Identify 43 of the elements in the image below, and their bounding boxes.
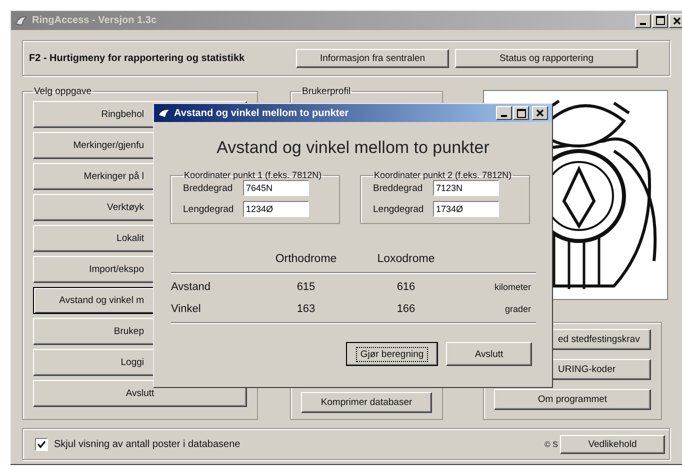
table-cell-text: 616 xyxy=(396,281,416,293)
unit-label: grader xyxy=(504,304,531,314)
column-header: Orthodrome xyxy=(274,253,338,265)
minimize-icon xyxy=(640,22,646,24)
input-field[interactable]: 7123N xyxy=(433,180,499,196)
table-cell-text: 615 xyxy=(296,281,316,293)
minimize-button[interactable] xyxy=(496,106,512,120)
input-field[interactable]: 7645N xyxy=(243,180,309,196)
field-label: Lengdegrad xyxy=(183,204,235,214)
table-cell-text: 163 xyxy=(296,303,316,315)
compact-button[interactable]: Komprimer databaser xyxy=(301,392,432,413)
field-label: Lengdegrad xyxy=(373,204,425,214)
checkbox[interactable] xyxy=(35,438,48,450)
checkbox-label: Skjul visning av antall poster i databasene xyxy=(54,438,242,450)
close-button[interactable] xyxy=(532,106,548,120)
table-cell-text: 166 xyxy=(396,303,416,315)
row-label: Vinkel xyxy=(171,303,202,315)
close-button[interactable] xyxy=(669,14,682,28)
maximize-icon xyxy=(516,108,526,118)
maximize-icon xyxy=(656,16,664,25)
close-icon xyxy=(673,16,681,24)
group-title: Brukerprofil xyxy=(301,86,352,97)
close-icon xyxy=(536,109,544,117)
maintenance-button[interactable]: Vedlikehold xyxy=(560,434,665,454)
window-title: RingAccess - Versjon 1.3c xyxy=(32,15,158,26)
maximize-button[interactable] xyxy=(652,14,668,28)
group-title: Koordinater punkt 2 (f.eks. 7812N) xyxy=(373,170,513,180)
input-field[interactable]: 1234Ø xyxy=(243,201,309,217)
column-header: Loxodrome xyxy=(376,253,436,265)
input-field[interactable]: 1734Ø xyxy=(433,201,499,217)
minimize-icon xyxy=(501,115,507,117)
minimize-button[interactable] xyxy=(635,14,651,28)
menu-title: F2 - Hurtigmeny for rapportering og statistikk xyxy=(29,52,246,64)
maximize-button[interactable] xyxy=(513,106,529,120)
dialog-button[interactable]: Gjør beregning xyxy=(346,342,438,366)
group-title: Velg oppgave xyxy=(33,86,93,97)
field-label: Breddegrad xyxy=(373,182,424,194)
header-button[interactable]: Informasjon fra sentralen xyxy=(296,48,449,68)
copyright-text: © S xyxy=(544,440,558,448)
header-button[interactable]: Status og rapportering xyxy=(455,48,638,68)
unit-label: kilometer xyxy=(493,282,531,292)
dialog-button[interactable]: Avslutt xyxy=(446,342,532,366)
menu-button[interactable]: Om programmet xyxy=(494,389,651,410)
